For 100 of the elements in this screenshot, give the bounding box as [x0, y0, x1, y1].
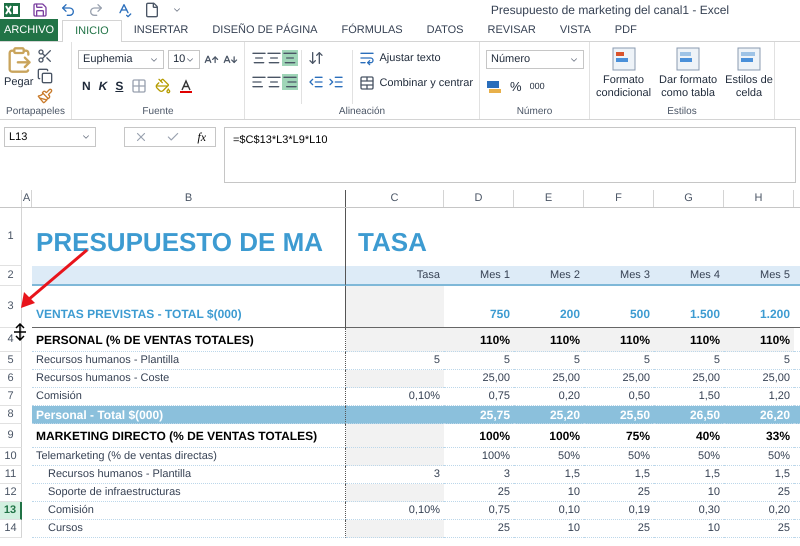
ribbon-tab[interactable]: INICIO [62, 20, 122, 42]
column-header[interactable]: H [724, 190, 794, 207]
table-cell: 5 [514, 352, 584, 370]
table-cell: 25 [584, 484, 654, 502]
column-header[interactable]: C [346, 190, 444, 207]
decrease-indent-icon[interactable] [308, 74, 324, 90]
paste-button[interactable]: Pegar [4, 46, 34, 104]
window-title: Presupuesto de marketing del canal1 - Excel [490, 2, 730, 19]
row-header[interactable]: 8 [0, 406, 22, 424]
row-header[interactable]: 3 [0, 286, 22, 328]
percent-button[interactable]: % [510, 77, 522, 96]
column-header[interactable]: D [444, 190, 514, 207]
column-header[interactable]: E [514, 190, 584, 207]
row-header[interactable]: 6 [0, 370, 22, 388]
merge-center-button[interactable]: Combinar y centrar [359, 74, 473, 91]
row-header[interactable]: 10 [0, 448, 22, 466]
row-header[interactable]: 11 [0, 466, 22, 484]
borders-icon[interactable] [131, 78, 148, 94]
row-header[interactable]: 5 [0, 352, 22, 370]
row-header[interactable]: 4 [0, 328, 22, 352]
ribbon-tab[interactable]: PDF [602, 19, 649, 41]
style-button[interactable]: Formato condicional [594, 46, 654, 104]
row-header[interactable]: 12 [0, 484, 22, 502]
ribbon-tab[interactable]: VISTA [548, 19, 603, 41]
table-cell: 110% [724, 328, 794, 352]
wrap-text-button[interactable]: Ajustar texto [359, 50, 473, 66]
table-cell: PERSONAL (% DE VENTAS TOTALES) [32, 328, 346, 352]
column-header[interactable]: F [584, 190, 654, 207]
file-tab[interactable]: ARCHIVO [0, 19, 58, 41]
fill-color-icon[interactable] [155, 78, 172, 94]
column-header[interactable]: B [32, 190, 346, 207]
wrap-text-icon [359, 50, 376, 66]
align-center-icon[interactable] [266, 74, 282, 90]
row-header[interactable]: 9 [0, 424, 22, 448]
table-cell: Telemarketing (% de ventas directas) [32, 448, 346, 466]
format-painter-icon[interactable] [37, 88, 54, 104]
table-cell: 50% [514, 448, 584, 466]
table-cell: 25 [444, 520, 514, 538]
table-cell: 25,20 [514, 406, 584, 424]
copy-icon[interactable] [37, 68, 54, 84]
table-cell: 25,00 [724, 370, 794, 388]
align-left-icon[interactable] [251, 74, 267, 90]
undo-icon[interactable] [60, 2, 76, 18]
redo-icon[interactable] [88, 2, 104, 18]
formula-field[interactable]: =$C$13*L3*L9*L10 [224, 127, 796, 183]
bold-button[interactable]: N [82, 77, 91, 95]
insert-function-button[interactable]: fx [197, 128, 206, 146]
table-cell: Mes 5 [724, 266, 794, 286]
font-size-field[interactable]: 10 [168, 50, 200, 69]
table-cell: 0,20 [724, 502, 794, 520]
table-cell: 25 [724, 520, 794, 538]
table-cell: 3 [346, 466, 444, 484]
table-cell: MARKETING DIRECTO (% DE VENTAS TOTALES) [32, 424, 346, 448]
cut-icon[interactable] [37, 48, 54, 64]
table-cell: 26,20 [724, 406, 794, 424]
font-name-field[interactable]: Euphemia [78, 50, 164, 69]
number-format-field[interactable]: Número [486, 50, 584, 69]
table-cell: VENTAS PREVISTAS - TOTAL $(000) [32, 286, 346, 328]
save-icon[interactable] [32, 2, 48, 18]
currency-icon[interactable] [486, 80, 502, 94]
ribbon-tab[interactable]: DATOS [414, 19, 476, 41]
align-top-icon[interactable] [251, 50, 267, 66]
new-document-icon[interactable] [144, 2, 160, 18]
table-cell: 1,50 [654, 388, 724, 406]
table-cell: 0,10% [346, 388, 444, 406]
table-cell: 110% [584, 328, 654, 352]
align-bottom-icon[interactable] [282, 50, 298, 66]
ribbon-tab[interactable]: INSERTAR [122, 19, 200, 41]
row-header[interactable]: 13 [0, 502, 22, 520]
table-cell: 1,5 [654, 466, 724, 484]
table-cell: Tasa [346, 266, 444, 286]
table-cell: 0,20 [514, 388, 584, 406]
table-cell: 25,00 [654, 370, 724, 388]
thousands-button[interactable]: 000 [530, 80, 545, 94]
italic-button[interactable]: K [98, 77, 108, 95]
style-button[interactable]: Estilos de celda [723, 46, 775, 104]
table-cell: 10 [514, 520, 584, 538]
ribbon-tab[interactable]: REVISAR [476, 19, 548, 41]
name-box[interactable]: L13 [4, 127, 96, 147]
row-header[interactable]: 7 [0, 388, 22, 406]
row-header[interactable]: 14 [0, 520, 22, 538]
table-cell: 0,75 [444, 388, 514, 406]
table-cell: 25,50 [584, 406, 654, 424]
column-header[interactable]: G [654, 190, 724, 207]
style-button[interactable]: Dar formato como tabla [657, 46, 720, 104]
ribbon-tab[interactable]: DISEÑO DE PÁGINA [200, 19, 330, 41]
align-middle-icon[interactable] [266, 50, 282, 66]
underline-button[interactable]: S [115, 77, 124, 95]
row-header[interactable]: 1 [0, 208, 22, 266]
ribbon-tab[interactable]: FÓRMULAS [330, 19, 415, 41]
font-color-icon[interactable] [179, 79, 194, 93]
table-cell: 0,10 [514, 502, 584, 520]
row-header[interactable]: 2 [0, 266, 22, 286]
column-header[interactable]: A [22, 190, 32, 207]
table-cell: 0,10% [346, 502, 444, 520]
align-right-icon[interactable] [282, 74, 298, 90]
table-cell: Mes 3 [584, 266, 654, 286]
increase-indent-icon[interactable] [328, 74, 344, 90]
table-cell: 0,50 [584, 388, 654, 406]
table-cell: Recursos humanos - Coste [32, 370, 346, 388]
